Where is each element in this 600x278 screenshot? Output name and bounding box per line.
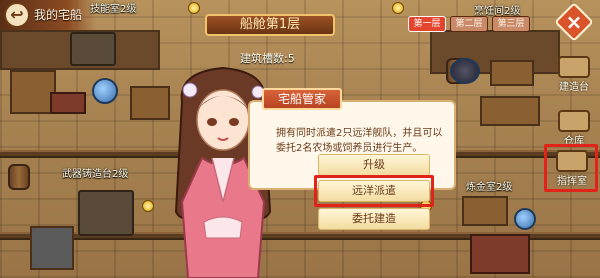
alchemy-table [470,234,530,274]
storage-crate [130,86,170,120]
warehouse-icon [558,110,590,132]
side-button-construction[interactable]: 建造台 [552,56,596,93]
cooking-pot [450,58,480,84]
my-ship-title: 我的宅船 [34,8,83,22]
commission-build-button[interactable]: 委托建造 [318,208,430,230]
back-arrow-icon[interactable]: ↩ [4,2,30,28]
wall-lamp [142,200,154,212]
barrel-left [8,164,30,190]
upgrade-button[interactable]: 升级 [318,154,430,176]
dialog-title: 宅船管家 [262,88,342,110]
dialog-body: 拥有同时派遣2只远洋舰队，并且可以委托2名农场或饲养员进行生产。 [276,128,443,154]
command-room-highlight [544,144,598,192]
kitchen-counter [480,96,540,126]
bench [50,92,86,114]
anvil [30,226,74,270]
my-ship-header: ↩ 我的宅船 [0,0,96,30]
tab-floor-3[interactable]: 第三层 [492,16,530,32]
tab-floor-1[interactable]: 第一层 [408,16,446,32]
station-label-kitchen[interactable]: 烹饪间2级 [474,2,520,17]
potion-flask [514,208,536,230]
floor-title-banner: 船舱第1层 [205,14,335,36]
ceiling-lamp [392,2,404,14]
station-label-alchemy[interactable]: 炼金室2级 [466,178,512,193]
tab-floor-2[interactable]: 第二层 [450,16,488,32]
side-label: 建造台 [559,82,589,93]
fish-rack [490,60,534,86]
crystal-orb [92,78,118,104]
construction-icon [558,56,590,78]
alchemy-books [462,196,508,226]
ceiling-lamp [188,2,200,14]
station-label-skill-room[interactable]: 技能室2级 [90,0,136,15]
close-icon: × [565,10,583,34]
side-button-warehouse[interactable]: 仓库 [552,110,596,147]
station-label-weapon-forge[interactable]: 武器铸造台2级 [62,165,128,180]
weapon-rack [70,32,116,66]
weapon-forge [78,190,134,236]
ocean-dispatch-highlight [314,175,434,207]
